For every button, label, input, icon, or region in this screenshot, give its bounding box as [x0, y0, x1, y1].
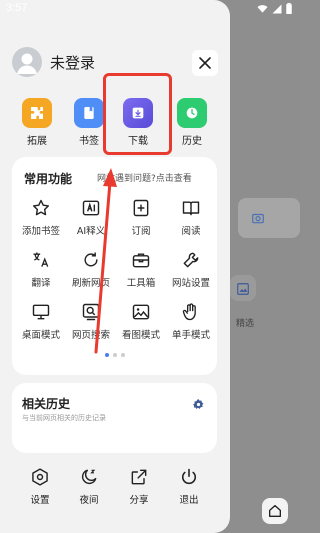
function-label: 添加书签 [21, 226, 60, 237]
monitor-icon [30, 301, 52, 323]
toolbox-icon [130, 249, 152, 271]
close-icon [199, 57, 211, 69]
function-label: 网页搜索 [71, 330, 110, 341]
quick-history[interactable]: 历史 [172, 98, 212, 147]
puzzle-icon [22, 98, 52, 128]
image-icon [130, 301, 152, 323]
status-bar: 3:57 [0, 0, 300, 18]
function-subscribe[interactable]: 订阅 [116, 197, 166, 237]
function-label: 工具箱 [126, 278, 156, 289]
close-button[interactable] [192, 50, 218, 76]
function-label: 刷新网页 [71, 278, 110, 289]
settings-button[interactable]: 设置 [20, 466, 60, 506]
power-icon [178, 466, 200, 488]
bookmark-icon [74, 98, 104, 128]
related-history-subtitle: 与当前网页相关的历史记录 [22, 414, 106, 422]
star-icon [30, 197, 52, 219]
function-label: 桌面模式 [21, 330, 60, 341]
background-image-icon [236, 281, 250, 300]
function-label: 网站设置 [171, 278, 210, 289]
bottom-label: 退出 [179, 495, 199, 506]
signal-icon [272, 4, 282, 13]
function-site-settings[interactable]: 网站设置 [166, 249, 216, 289]
history-settings-button[interactable] [192, 396, 205, 415]
home-button[interactable] [262, 498, 288, 524]
function-label: 单手模式 [171, 330, 210, 341]
function-label: 订阅 [131, 226, 151, 237]
gear-icon [193, 399, 204, 409]
avatar [12, 47, 42, 77]
night-mode-button[interactable]: 夜间 [69, 466, 109, 506]
status-time: 3:57 [6, 2, 28, 14]
function-one-hand-mode[interactable]: 单手模式 [166, 301, 216, 341]
page-dot[interactable] [120, 353, 125, 357]
quick-label: 历史 [182, 136, 202, 147]
bottom-label: 夜间 [79, 495, 99, 506]
drawer-bottom-bar: 设置 夜间 分享 退出 [0, 466, 230, 516]
add-square-icon [130, 197, 152, 219]
function-label: 看图模式 [121, 330, 160, 341]
common-functions-card: 常用功能 网站遇到问题?点击查看 添加书签 AI释义 订阅 阅读 翻译 刷新网页… [12, 157, 217, 375]
moon-icon [78, 466, 100, 488]
share-icon [128, 466, 150, 488]
site-problem-link[interactable]: 网站遇到问题?点击查看 [97, 171, 192, 184]
function-toolbox[interactable]: 工具箱 [116, 249, 166, 289]
wifi-icon [257, 4, 268, 13]
function-read[interactable]: 阅读 [166, 197, 216, 237]
translate-icon [30, 249, 52, 271]
share-button[interactable]: 分享 [119, 466, 159, 506]
bottom-label: 分享 [129, 495, 149, 506]
page-dot[interactable] [104, 353, 109, 357]
download-highlight-box [103, 73, 172, 155]
ai-icon [80, 197, 102, 219]
hand-icon [180, 301, 202, 323]
profile-login[interactable]: 未登录 [12, 47, 95, 77]
related-history-card: 相关历史 与当前网页相关的历史记录 [12, 383, 217, 453]
battery-icon [286, 3, 292, 14]
wrench-icon [180, 249, 202, 271]
quick-extensions[interactable]: 拓展 [17, 98, 57, 147]
page-search-icon [80, 301, 102, 323]
function-label: 翻译 [31, 278, 51, 289]
settings-hex-icon [29, 466, 51, 488]
function-desktop-mode[interactable]: 桌面模式 [16, 301, 66, 341]
home-icon [269, 505, 281, 517]
login-status: 未登录 [50, 53, 96, 72]
background-label: 精选 [236, 319, 255, 329]
page-indicator [12, 353, 217, 357]
function-image-mode[interactable]: 看图模式 [116, 301, 166, 341]
book-icon [180, 197, 202, 219]
function-refresh[interactable]: 刷新网页 [66, 249, 116, 289]
function-page-search[interactable]: 网页搜索 [66, 301, 116, 341]
quick-label: 拓展 [27, 136, 47, 147]
bottom-label: 设置 [30, 495, 50, 506]
refresh-icon [80, 249, 102, 271]
history-clock-icon [177, 98, 207, 128]
function-add-bookmark[interactable]: 添加书签 [16, 197, 66, 237]
user-icon [17, 53, 37, 74]
background-card [238, 198, 300, 238]
page-dot[interactable] [112, 353, 117, 357]
function-label: AI释义 [76, 226, 106, 237]
background-camera-icon [251, 210, 265, 229]
function-ai-explain[interactable]: AI释义 [66, 197, 116, 237]
function-label: 阅读 [181, 226, 201, 237]
function-translate[interactable]: 翻译 [16, 249, 66, 289]
related-history-title: 相关历史 [22, 397, 71, 411]
common-functions-title: 常用功能 [24, 172, 73, 186]
exit-button[interactable]: 退出 [169, 466, 209, 506]
